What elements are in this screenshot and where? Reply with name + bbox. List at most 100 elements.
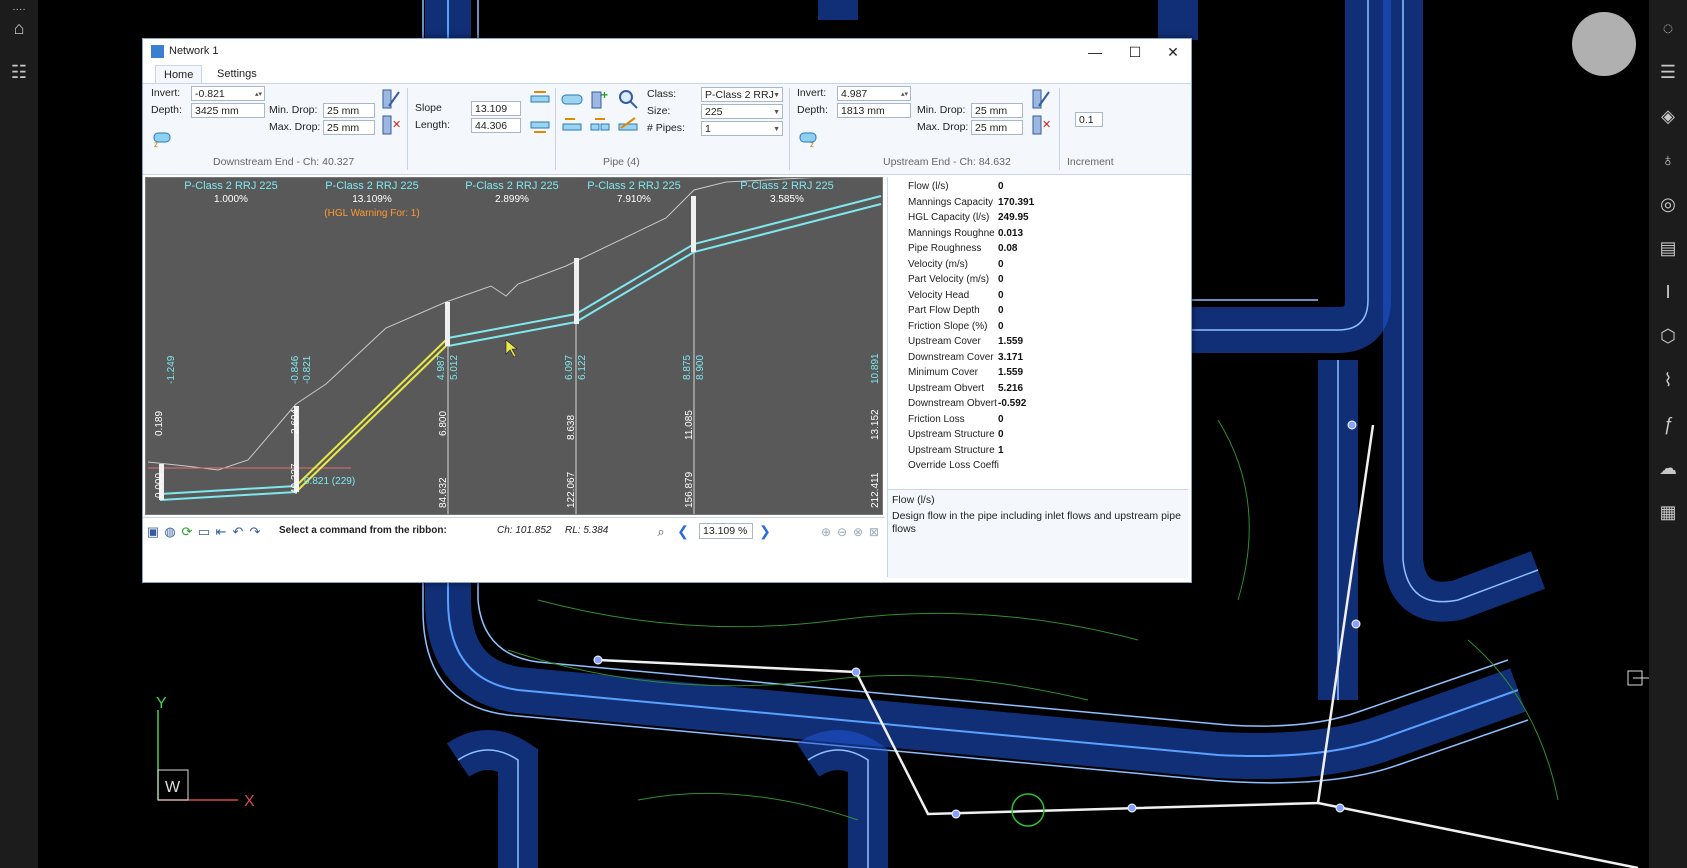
property-row[interactable]: Pipe Roughness 0.08 [888,242,1188,257]
close-button[interactable]: ✕ [1153,42,1193,62]
home-icon[interactable]: ⌂ [4,18,34,38]
property-row[interactable]: Velocity (m/s) 0 [888,258,1188,273]
structure-delete-icon[interactable]: ✕ [1029,114,1051,136]
property-row[interactable]: Friction Slope (%) 0 [888,320,1188,335]
property-row[interactable]: Downstream Obvert -0.592 [888,397,1188,412]
pipe-end-icon[interactable]: z [151,126,173,148]
first-icon[interactable]: ⇤ [213,522,229,542]
function-icon[interactable]: ƒ [1653,414,1683,434]
pipe-split-icon[interactable] [589,114,611,136]
us-invert-field[interactable]: 4.987 ▴▾ [837,86,911,101]
undo-icon[interactable]: ↶ [230,522,246,542]
property-row[interactable]: Mannings Capacity 170.391 [888,196,1188,211]
invert-label: 6.097 [564,355,575,380]
property-row[interactable]: Flow (l/s) 0 [888,180,1188,195]
invert-label: 4.987 [436,355,447,380]
structure-delete-icon[interactable]: ✕ [379,114,401,136]
property-row[interactable]: Velocity Head 0 [888,289,1188,304]
spinner-icon[interactable]: ▴▾ [255,87,262,100]
chevron-down-icon[interactable]: ▼ [773,122,780,135]
property-row[interactable]: Part Velocity (m/s) 0 [888,273,1188,288]
zoom-extents-icon[interactable]: ⊠ [867,522,881,542]
refresh-icon[interactable]: ⟳ [179,522,195,542]
more-icon[interactable]: ···· [4,0,34,20]
pipes-count-select[interactable]: 1 ▼ [701,121,783,136]
target-icon[interactable]: ◎ [1653,194,1683,214]
size-select[interactable]: 225 ▼ [701,104,783,119]
zoom-in-icon[interactable]: ⊕ [819,522,833,542]
length-field[interactable]: 44.306 [471,118,521,133]
command-prompt: Select a command from the ribbon: [279,525,447,536]
structure-edit-icon[interactable] [379,88,401,110]
tab-settings[interactable]: Settings [209,65,265,83]
pipe-right-icon[interactable] [617,114,639,136]
properties-panel: Flow (l/s) 0 Mannings Capacity 170.391 HGL C… [887,177,1189,578]
pipe-grade-down-icon[interactable] [529,114,551,136]
cloud-upload-icon[interactable]: ☁ [1653,458,1683,478]
us-depth-field[interactable]: 1813 mm [837,103,911,118]
zoom-out-icon[interactable]: ⊖ [835,522,849,542]
minimize-button[interactable]: — [1075,42,1115,62]
tab-home[interactable]: Home [155,65,203,84]
property-name: HGL Capacity (l/s) [908,212,990,223]
grid-icon[interactable]: ▦ [1653,502,1683,522]
pipe-end-icon[interactable]: z [797,126,819,148]
previous-icon[interactable]: ❮ [675,521,691,541]
property-row[interactable]: Upstream Obvert 5.216 [888,382,1188,397]
property-row[interactable]: Part Flow Depth 0 [888,304,1188,319]
chevron-down-icon[interactable]: ▼ [773,88,780,101]
balloon-icon[interactable]: ♁ [1653,150,1683,170]
layers-icon[interactable]: ◈ [1653,106,1683,126]
tree-icon[interactable]: ☷ [4,62,34,82]
spinner-icon[interactable]: ▴▾ [901,87,908,100]
ds-min-drop-field[interactable]: 25 mm [323,103,375,118]
panel-icon[interactable]: ▤ [1653,238,1683,258]
add-structure-icon[interactable]: + [589,88,611,110]
invert-label: 10.891 [870,353,881,384]
us-min-drop-field[interactable]: 25 mm [971,103,1023,118]
pipe-grade-up-icon[interactable] [529,88,551,110]
long-section-profile[interactable]: P-Class 2 RRJ 225 1.000% P-Class 2 RRJ 2… [145,177,883,515]
slope-field[interactable]: 13.109 [471,101,521,116]
status-bar: ▣ ◍ ⟳ ▭ ⇤ ↶ ↷ Select a command from the … [143,517,885,544]
redo-icon[interactable]: ↷ [247,522,263,542]
maximize-button[interactable]: ☐ [1115,42,1155,62]
ds-invert-field[interactable]: -0.821 ▴▾ [191,86,265,101]
save-icon[interactable]: ▣ [145,522,161,542]
increment-field[interactable]: 0.1 [1075,112,1103,127]
slope-zoom-field[interactable]: 13.109 % [699,523,753,539]
ds-max-drop-field[interactable]: 25 mm [323,120,375,135]
view-cube-icon[interactable] [1572,12,1636,76]
chevron-down-icon[interactable]: ▼ [773,105,780,118]
zoom-pipe-icon[interactable] [617,88,639,110]
pipe-label: P-Class 2 RRJ 225 [740,180,834,192]
sliders-icon[interactable]: ☰ [1653,62,1683,82]
class-select[interactable]: P-Class 2 RRJ ▼ [701,87,783,102]
ds-depth-field[interactable]: 3425 mm [191,103,265,118]
lightbulb-icon[interactable]: ◌ [1653,18,1683,38]
property-row[interactable]: Upstream Structure 0 [888,428,1188,443]
property-row[interactable]: Upstream Structure 1 [888,444,1188,459]
window-icon[interactable]: ▭ [196,522,212,542]
property-row[interactable]: Friction Loss 0 [888,413,1188,428]
pipe-left-icon[interactable] [561,114,583,136]
property-row[interactable]: Minimum Cover 1.559 [888,366,1188,381]
next-icon[interactable]: ❯ [757,521,773,541]
zoom-fit-icon[interactable]: ⊗ [851,522,865,542]
depth-label: 0.189 [154,411,165,436]
pipe-icon[interactable] [561,88,583,110]
structure-edit-icon[interactable] [1029,88,1051,110]
property-row[interactable]: Mannings Roughne 0.013 [888,227,1188,242]
beam-icon[interactable]: Ⅰ [1653,282,1683,302]
cube-icon[interactable]: ⬡ [1653,326,1683,346]
property-name: Pipe Roughness [908,243,982,254]
us-max-drop-field[interactable]: 25 mm [971,120,1023,135]
zoom-icon[interactable]: ⌕ [653,522,669,542]
paperclip-icon[interactable]: ⌇ [1653,370,1683,390]
globe-icon[interactable]: ◍ [162,522,178,542]
property-row[interactable]: Upstream Cover 1.559 [888,335,1188,350]
property-row[interactable]: Downstream Cover 3.171 [888,351,1188,366]
property-row[interactable]: Override Loss Coeffi [888,459,1188,474]
ucs-x-label: X [244,793,255,810]
property-row[interactable]: HGL Capacity (l/s) 249.95 [888,211,1188,226]
